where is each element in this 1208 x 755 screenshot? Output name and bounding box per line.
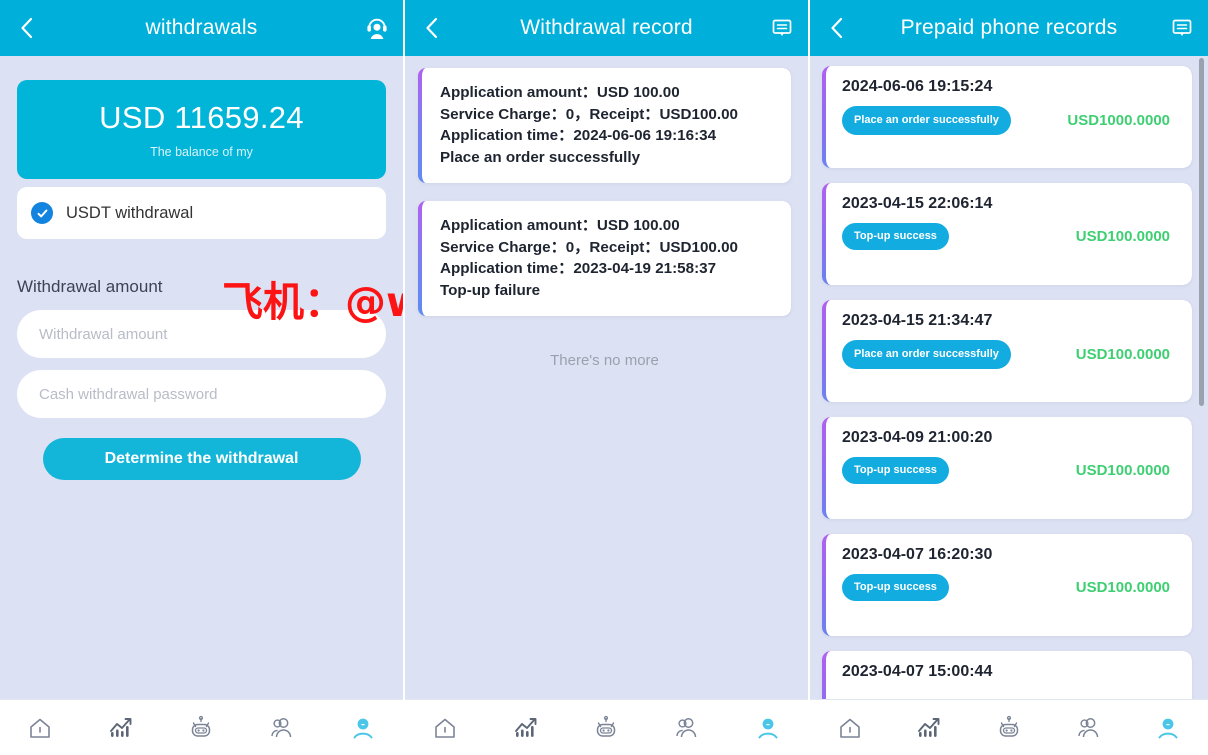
- prepaid-record-row[interactable]: 2023-04-15 22:06:14 Top-up success USD10…: [822, 183, 1192, 285]
- panel1-tabbar: [0, 699, 403, 755]
- back-button[interactable]: [405, 0, 457, 56]
- page-title: Prepaid phone records: [900, 16, 1118, 39]
- page-title: withdrawals: [145, 16, 258, 39]
- tab-chart[interactable]: [486, 700, 567, 755]
- panel2-tabbar: [405, 699, 808, 755]
- page-title: Withdrawal record: [520, 16, 693, 39]
- record-amount: USD1000.0000: [1067, 112, 1170, 129]
- panel2-header: Withdrawal record: [405, 0, 808, 56]
- tab-chart[interactable]: [81, 700, 162, 755]
- prepaid-record-row[interactable]: 2024-06-06 19:15:24 Place an order succe…: [822, 66, 1192, 168]
- record-row-detail: Top-up success USD100.0000: [842, 457, 1176, 484]
- panel-withdrawal-record: Withdrawal record Application amount：USD…: [405, 0, 808, 755]
- record-amount: Application amount：USD 100.00: [440, 217, 680, 234]
- tab-robot[interactable]: [969, 700, 1049, 755]
- tab-home[interactable]: [405, 700, 486, 755]
- panel1-header: withdrawals: [0, 0, 403, 56]
- record-date: 2023-04-15 21:34:47: [842, 312, 993, 329]
- tab-profile[interactable]: [727, 700, 808, 755]
- tab-profile[interactable]: [1128, 700, 1208, 755]
- customer-service-icon[interactable]: [351, 0, 403, 56]
- tab-profile[interactable]: [322, 700, 403, 755]
- record-date: 2024-06-06 19:15:24: [842, 78, 993, 95]
- record-time: Application time：2023-04-19 21:58:37: [440, 260, 717, 277]
- tab-group[interactable]: [1049, 700, 1129, 755]
- record-amount: USD100.0000: [1075, 579, 1170, 596]
- record-status: Top-up failure: [440, 281, 541, 299]
- tab-home[interactable]: [0, 700, 81, 755]
- back-button[interactable]: [810, 0, 862, 56]
- status-badge[interactable]: Top-up success: [842, 223, 949, 250]
- record-row-detail: Place an order successfully USD1000.0000: [842, 106, 1176, 135]
- record-row-detail: Top-up success USD100.0000: [842, 574, 1176, 601]
- tab-group[interactable]: [647, 700, 728, 755]
- back-button[interactable]: [0, 0, 52, 56]
- withdrawal-record-row[interactable]: Application amount：USD 100.00 Service Ch…: [418, 68, 791, 183]
- record-date: 2023-04-07 16:20:30: [842, 546, 993, 563]
- record-charge: Service Charge：0，Receipt：USD100.00: [440, 105, 738, 123]
- status-badge[interactable]: Top-up success: [842, 574, 949, 601]
- withdrawal-record-row[interactable]: Application amount：USD 100.00 Service Ch…: [418, 201, 791, 316]
- tab-robot[interactable]: [566, 700, 647, 755]
- determine-withdrawal-button[interactable]: Determine the withdrawal: [42, 438, 361, 480]
- tab-robot[interactable]: [161, 700, 242, 755]
- scrollbar-thumb[interactable]: [1199, 58, 1204, 406]
- balance-amount: USD 11659.24: [99, 100, 304, 135]
- record-amount: Application amount：USD 100.00: [440, 84, 680, 101]
- message-icon[interactable]: [1156, 0, 1208, 56]
- prepaid-record-row[interactable]: 2023-04-15 21:34:47 Place an order succe…: [822, 300, 1192, 402]
- prepaid-record-row[interactable]: 2023-04-09 21:00:20 Top-up success USD10…: [822, 417, 1192, 519]
- balance-label: The balance of my: [150, 145, 253, 159]
- tab-home[interactable]: [810, 700, 890, 755]
- panel2-body: Application amount：USD 100.00 Service Ch…: [405, 56, 808, 755]
- status-badge[interactable]: Place an order successfully: [842, 106, 1011, 135]
- record-amount: USD100.0000: [1075, 462, 1170, 479]
- tab-group[interactable]: [242, 700, 323, 755]
- withdrawal-password-input[interactable]: [17, 370, 386, 418]
- panel1-body: USD 11659.24 The balance of my USDT with…: [0, 80, 403, 755]
- record-date: 2023-04-15 22:06:14: [842, 195, 993, 212]
- status-badge[interactable]: Place an order successfully: [842, 340, 1011, 369]
- check-circle-icon: [31, 202, 53, 224]
- record-date: 2023-04-07 15:00:44: [842, 663, 993, 680]
- record-time: Application time：2024-06-06 19:16:34: [440, 127, 717, 144]
- withdrawal-amount-label: Withdrawal amount: [17, 277, 163, 296]
- record-row-detail: Place an order successfully USD100.0000: [842, 340, 1176, 369]
- balance-card: USD 11659.24 The balance of my: [17, 80, 386, 179]
- record-amount: USD100.0000: [1075, 228, 1170, 245]
- three-phone-screens: withdrawals USD 11659.24 The balance of …: [0, 0, 1208, 755]
- panel-withdrawals: withdrawals USD 11659.24 The balance of …: [0, 0, 403, 755]
- message-icon[interactable]: [756, 0, 808, 56]
- withdrawal-amount-input[interactable]: [17, 310, 386, 358]
- record-amount: USD100.0000: [1075, 346, 1170, 363]
- status-badge[interactable]: Top-up success: [842, 457, 949, 484]
- withdrawal-method-usdt[interactable]: USDT withdrawal: [17, 187, 386, 239]
- panel-prepaid-phone-records: Prepaid phone records 2024-06-06 19:15:2…: [810, 0, 1208, 755]
- method-label: USDT withdrawal: [66, 203, 194, 222]
- record-charge: Service Charge：0，Receipt：USD100.00: [440, 238, 738, 256]
- record-status: Place an order successfully: [440, 148, 641, 166]
- record-row-detail: Top-up success USD100.0000: [842, 223, 1176, 250]
- panel3-body: 2024-06-06 19:15:24 Place an order succe…: [810, 56, 1208, 755]
- record-date: 2023-04-09 21:00:20: [842, 429, 993, 446]
- panel3-tabbar: [810, 699, 1208, 755]
- prepaid-record-row[interactable]: 2023-04-07 16:20:30 Top-up success USD10…: [822, 534, 1192, 636]
- panel3-header: Prepaid phone records: [810, 0, 1208, 56]
- tab-chart[interactable]: [890, 700, 970, 755]
- no-more-text: There's no more: [550, 352, 659, 369]
